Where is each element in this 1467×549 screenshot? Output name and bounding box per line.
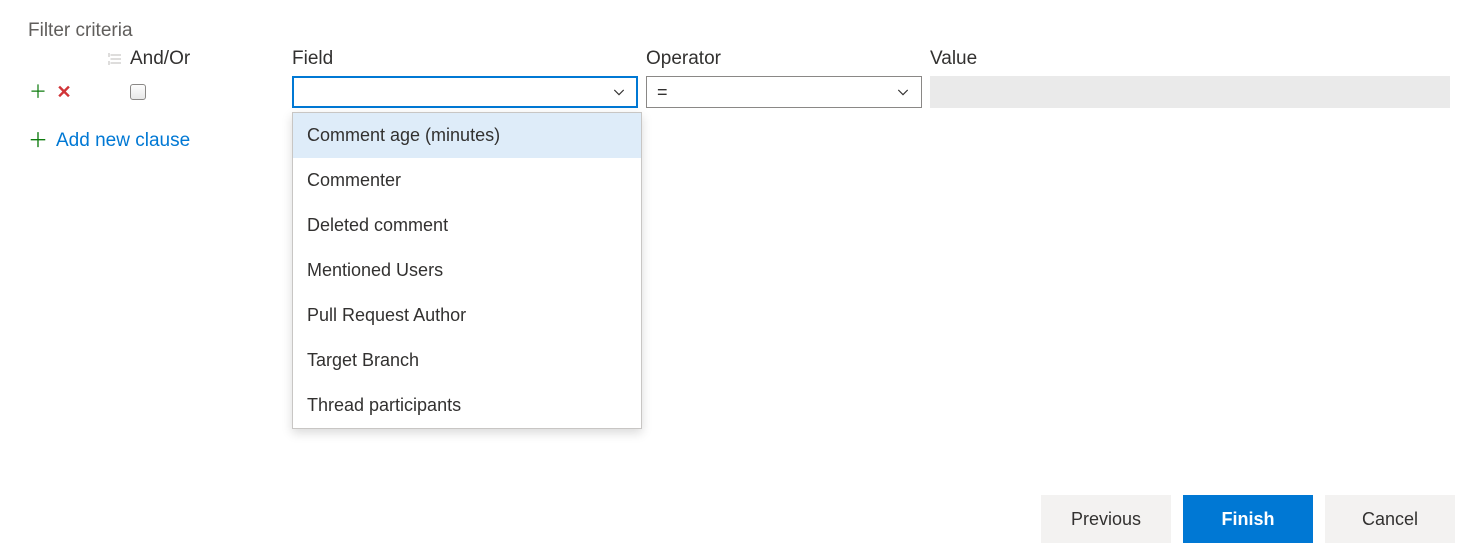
finish-button[interactable]: Finish — [1183, 495, 1313, 543]
field-dropdown[interactable]: Comment age (minutes)CommenterDeleted co… — [292, 112, 642, 429]
dialog-footer: Previous Finish Cancel — [1041, 495, 1455, 543]
field-combobox[interactable] — [292, 76, 638, 108]
value-input[interactable] — [930, 76, 1450, 108]
filter-grid: And/Or Field Operator Value ＋ ✕ — [28, 48, 1439, 152]
field-option[interactable]: Target Branch — [293, 338, 641, 383]
plus-icon: ＋ — [29, 83, 47, 101]
grip-icon — [106, 51, 124, 67]
grid-header-row: And/Or Field Operator Value — [28, 48, 1439, 70]
field-option[interactable]: Comment age (minutes) — [293, 113, 641, 158]
add-new-clause-label: Add new clause — [56, 130, 190, 152]
clause-row: ＋ ✕ Comment age (minutes)CommenterDelete… — [28, 76, 1439, 108]
add-clause-icon-button[interactable]: ＋ — [28, 82, 48, 102]
operator-combobox-value: = — [657, 82, 668, 103]
field-option[interactable]: Commenter — [293, 158, 641, 203]
field-option[interactable]: Thread participants — [293, 383, 641, 428]
header-field: Field — [292, 48, 646, 70]
header-andor: And/Or — [130, 48, 292, 70]
previous-button[interactable]: Previous — [1041, 495, 1171, 543]
delete-clause-icon-button[interactable]: ✕ — [54, 82, 74, 102]
filter-criteria-title: Filter criteria — [28, 20, 1439, 42]
plus-icon: ＋ — [28, 131, 48, 151]
header-operator: Operator — [646, 48, 930, 70]
field-option[interactable]: Pull Request Author — [293, 293, 641, 338]
field-option[interactable]: Mentioned Users — [293, 248, 641, 293]
x-icon: ✕ — [56, 83, 71, 101]
chevron-down-icon — [895, 84, 911, 100]
andor-checkbox[interactable] — [130, 84, 146, 100]
header-value: Value — [930, 48, 1450, 70]
field-option[interactable]: Deleted comment — [293, 203, 641, 248]
cancel-button[interactable]: Cancel — [1325, 495, 1455, 543]
chevron-down-icon — [611, 84, 627, 100]
add-new-clause-link[interactable]: ＋ Add new clause — [28, 130, 1439, 152]
operator-combobox[interactable]: = — [646, 76, 922, 108]
